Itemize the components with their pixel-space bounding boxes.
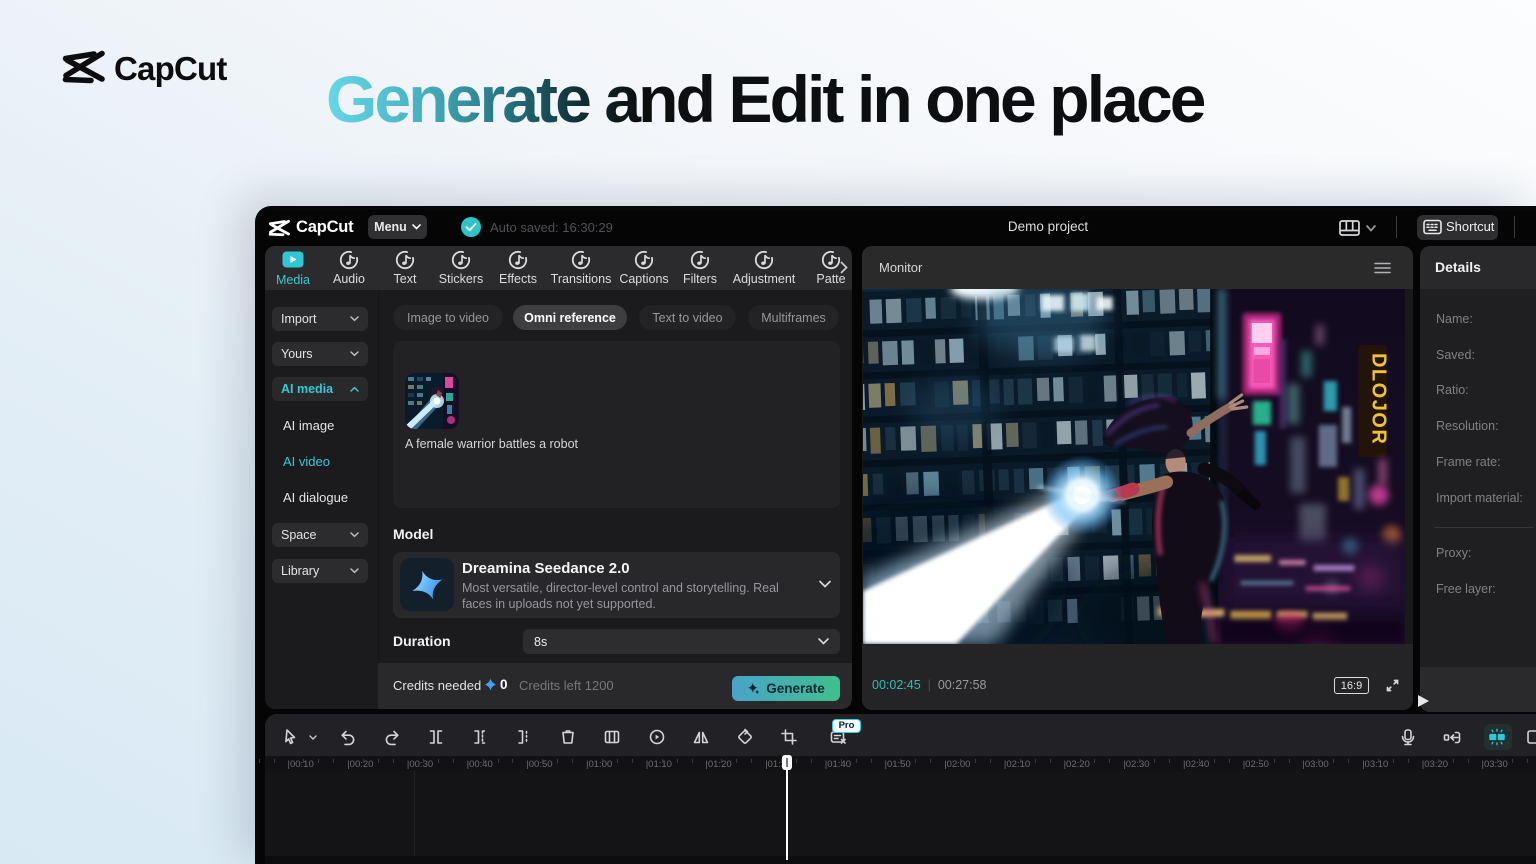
svg-text:DLOJOR: DLOJOR <box>1367 353 1389 445</box>
